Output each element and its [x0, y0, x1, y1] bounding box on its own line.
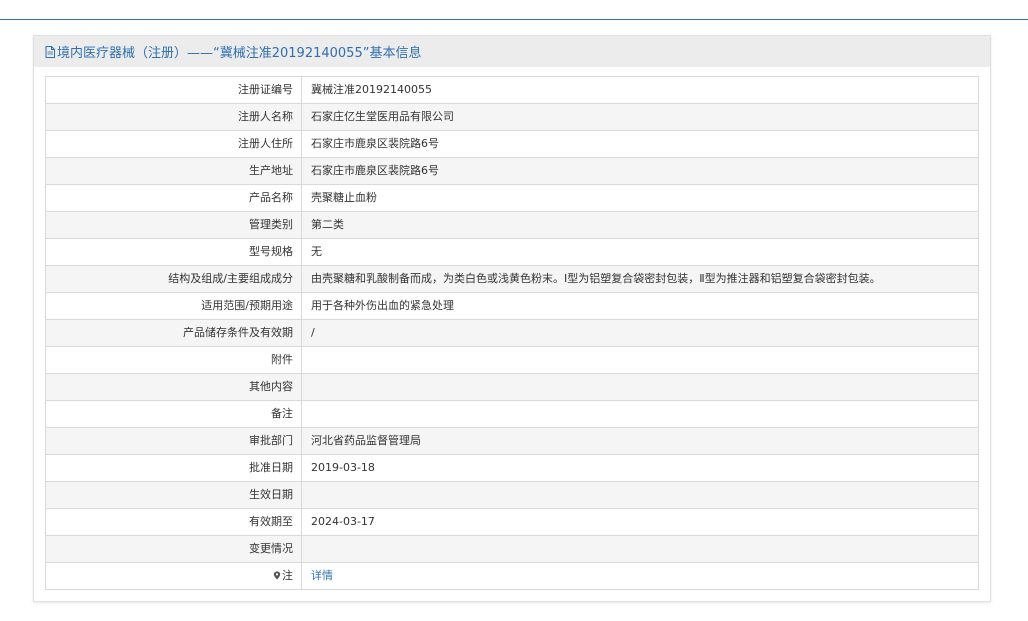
- row-label: 其他内容: [46, 374, 302, 400]
- table-row: 注 详情: [46, 563, 978, 590]
- row-label: 备注: [46, 401, 302, 427]
- row-value: 冀械注准20192140055: [311, 83, 432, 96]
- table-row: 备注: [46, 401, 978, 428]
- info-table: 注册证编号 冀械注准20192140055 注册人名称 石家庄亿生堂医用品有限公…: [45, 76, 979, 590]
- row-value: 壳聚糖止血粉: [311, 191, 377, 204]
- table-row: 附件: [46, 347, 978, 374]
- table-row: 管理类别 第二类: [46, 212, 978, 239]
- table-row: 批准日期 2019-03-18: [46, 455, 978, 482]
- row-label: 注册证编号: [46, 77, 302, 103]
- row-label: 附件: [46, 347, 302, 373]
- table-row: 注册人住所 石家庄市鹿泉区裴院路6号: [46, 131, 978, 158]
- table-row: 有效期至 2024-03-17: [46, 509, 978, 536]
- table-row: 生效日期: [46, 482, 978, 509]
- page-title: 境内医疗器械（注册）——“冀械注准20192140055”基本信息: [57, 46, 422, 61]
- table-row: 注册人名称 石家庄亿生堂医用品有限公司: [46, 104, 978, 131]
- row-label: 注: [282, 569, 293, 582]
- top-divider: [0, 19, 1028, 20]
- row-label: 注册人名称: [46, 104, 302, 130]
- table-row: 适用范围/预期用途 用于各种外伤出血的紧急处理: [46, 293, 978, 320]
- note-row-label: 注: [46, 563, 302, 589]
- table-row: 型号规格 无: [46, 239, 978, 266]
- row-value: 石家庄市鹿泉区裴院路6号: [311, 137, 439, 150]
- table-row: 产品名称 壳聚糖止血粉: [46, 185, 978, 212]
- row-value: [302, 347, 978, 373]
- table-row: 生产地址 石家庄市鹿泉区裴院路6号: [46, 158, 978, 185]
- row-label: 审批部门: [46, 428, 302, 454]
- row-label: 注册人住所: [46, 131, 302, 157]
- row-label: 适用范围/预期用途: [46, 293, 302, 319]
- row-label: 产品名称: [46, 185, 302, 211]
- table-row: 其他内容: [46, 374, 978, 401]
- row-value: 无: [311, 245, 322, 258]
- row-value: 2024-03-17: [311, 515, 375, 528]
- row-value: 河北省药品监督管理局: [311, 434, 421, 447]
- row-value: [302, 536, 978, 562]
- table-row: 变更情况: [46, 536, 978, 563]
- table-row: 注册证编号 冀械注准20192140055: [46, 77, 978, 104]
- details-link[interactable]: 详情: [302, 563, 978, 589]
- row-value: /: [311, 326, 315, 339]
- table-row: 产品储存条件及有效期 /: [46, 320, 978, 347]
- detail-panel: 境内医疗器械（注册）——“冀械注准20192140055”基本信息 注册证编号 …: [33, 35, 991, 602]
- row-value: [302, 482, 978, 508]
- panel-header: 境内医疗器械（注册）——“冀械注准20192140055”基本信息: [34, 36, 990, 67]
- row-label: 有效期至: [46, 509, 302, 535]
- row-label: 结构及组成/主要组成成分: [46, 266, 302, 292]
- row-value: 2019-03-18: [311, 461, 375, 474]
- row-value: 石家庄亿生堂医用品有限公司: [311, 110, 454, 123]
- map-pin-icon: [273, 571, 281, 580]
- row-value: [302, 401, 978, 427]
- row-label: 生效日期: [46, 482, 302, 508]
- table-row: 结构及组成/主要组成成分 由壳聚糖和乳酸制备而成，为类白色或浅黄色粉末。Ⅰ型为铝…: [46, 266, 978, 293]
- row-label: 管理类别: [46, 212, 302, 238]
- row-label: 型号规格: [46, 239, 302, 265]
- row-value: [302, 374, 978, 400]
- document-icon: [45, 45, 55, 58]
- row-label: 批准日期: [46, 455, 302, 481]
- table-row: 审批部门 河北省药品监督管理局: [46, 428, 978, 455]
- row-value: 用于各种外伤出血的紧急处理: [311, 299, 454, 312]
- row-value: 石家庄市鹿泉区裴院路6号: [311, 164, 439, 177]
- row-value: 第二类: [311, 218, 344, 231]
- row-label: 变更情况: [46, 536, 302, 562]
- row-label: 生产地址: [46, 158, 302, 184]
- row-label: 产品储存条件及有效期: [46, 320, 302, 346]
- row-value: 由壳聚糖和乳酸制备而成，为类白色或浅黄色粉末。Ⅰ型为铝塑复合袋密封包装，Ⅱ型为推…: [311, 272, 881, 285]
